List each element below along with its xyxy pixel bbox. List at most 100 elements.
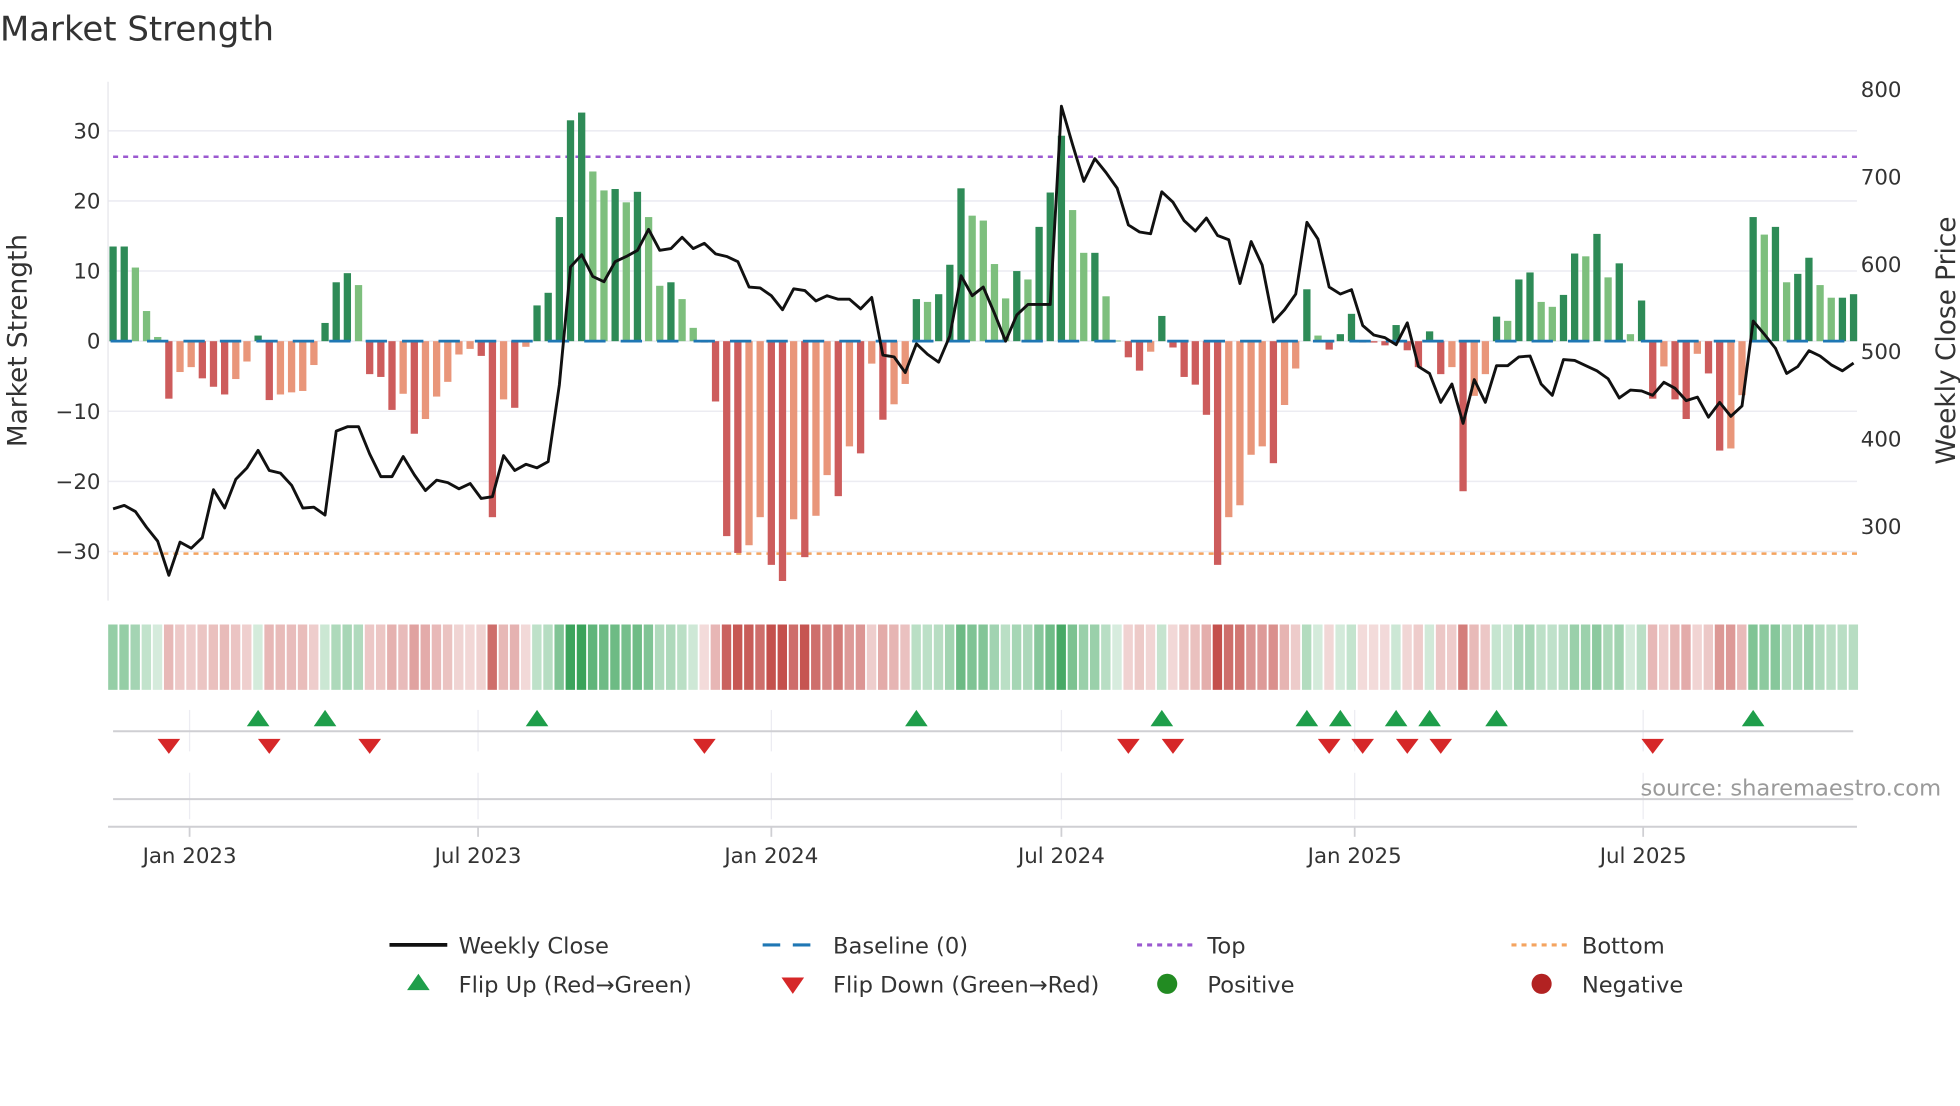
heat-cell bbox=[1848, 624, 1859, 690]
heat-cell bbox=[476, 624, 486, 690]
heat-cell bbox=[1714, 624, 1725, 690]
strength-bar bbox=[1135, 341, 1144, 371]
heat-cell bbox=[1502, 624, 1513, 690]
heat-cell bbox=[1658, 624, 1669, 690]
legend-item-weekly-close: Weekly Close bbox=[389, 934, 609, 960]
heat-cell bbox=[1078, 624, 1089, 690]
heat-cell bbox=[1447, 624, 1457, 690]
flip-up-marker bbox=[246, 709, 270, 727]
x-tick-label: Jul 2025 bbox=[1598, 844, 1687, 869]
heat-cell bbox=[498, 624, 509, 690]
heat-cell bbox=[1670, 624, 1680, 690]
strength-bar bbox=[1526, 272, 1534, 342]
heat-cell bbox=[375, 624, 386, 690]
heat-cell bbox=[1257, 624, 1267, 690]
flip-down-marker bbox=[257, 738, 281, 754]
legend-label: Flip Up (Red→Green) bbox=[459, 973, 692, 999]
heat-cell bbox=[1034, 624, 1044, 690]
heat-cell bbox=[1313, 624, 1323, 690]
strength-bar bbox=[120, 246, 128, 342]
heat-cell bbox=[822, 624, 832, 690]
y2-tick-label: 800 bbox=[1861, 78, 1902, 103]
strength-bar bbox=[1570, 253, 1579, 342]
flip-down-marker bbox=[358, 738, 381, 754]
flip-down-marker bbox=[1117, 738, 1140, 754]
heat-cell bbox=[1179, 624, 1189, 690]
strength-bar bbox=[689, 327, 697, 342]
heat-cell bbox=[967, 624, 977, 690]
heat-cell bbox=[621, 624, 631, 690]
legend-item-bottom: Bottom bbox=[1511, 934, 1665, 960]
strength-bar bbox=[812, 341, 820, 516]
strength-bar bbox=[232, 341, 240, 380]
heat-cell bbox=[744, 624, 754, 690]
heat-cell bbox=[141, 624, 152, 690]
heat-cell bbox=[833, 624, 843, 690]
strength-bar bbox=[354, 285, 363, 342]
heat-cell bbox=[1380, 624, 1390, 690]
strength-bar bbox=[187, 341, 195, 368]
strength-bar bbox=[923, 301, 932, 342]
legend-item-negative: Negative bbox=[1531, 973, 1683, 999]
heat-cell bbox=[989, 624, 999, 690]
strength-bar bbox=[1849, 294, 1858, 342]
heat-cell bbox=[1703, 624, 1714, 690]
strength-bar bbox=[968, 215, 976, 342]
y2-tick-label: 500 bbox=[1861, 340, 1902, 365]
strength-bar bbox=[678, 299, 686, 342]
strength-bar bbox=[1782, 282, 1791, 342]
strength-bars bbox=[109, 112, 1858, 581]
strength-bar bbox=[109, 246, 117, 342]
strength-bar bbox=[633, 191, 642, 342]
heat-cell bbox=[230, 624, 241, 690]
strength-bar bbox=[1124, 341, 1133, 358]
heat-cell bbox=[442, 624, 453, 690]
strength-bar bbox=[455, 341, 463, 355]
heat-cell bbox=[1781, 624, 1792, 690]
heat-cell bbox=[409, 624, 419, 690]
heat-cell bbox=[175, 624, 185, 690]
heat-cell bbox=[1491, 624, 1502, 690]
strength-bar bbox=[868, 341, 876, 364]
heat-cell bbox=[309, 624, 319, 690]
flip-panel bbox=[113, 709, 1854, 820]
strength-bar bbox=[711, 341, 720, 402]
strength-bar bbox=[1727, 341, 1735, 449]
heat-cell bbox=[242, 624, 252, 690]
heat-cell bbox=[666, 624, 676, 690]
heat-cell bbox=[197, 624, 207, 690]
strength-bar bbox=[1816, 285, 1824, 342]
strength-bar bbox=[499, 341, 508, 400]
strength-bar bbox=[1682, 341, 1690, 420]
heat-cell bbox=[1000, 624, 1011, 690]
heat-cell bbox=[387, 624, 397, 690]
heat-cell bbox=[1279, 624, 1290, 690]
heat-cell bbox=[1692, 624, 1702, 690]
strength-bar bbox=[1805, 257, 1813, 342]
legend: Weekly Close Baseline (0) Top Bottom Fli… bbox=[389, 934, 1683, 999]
heat-cell bbox=[688, 624, 698, 690]
heat-cell bbox=[163, 624, 174, 690]
strength-bar bbox=[1504, 320, 1512, 342]
x-tick-label: Jul 2023 bbox=[433, 844, 522, 869]
heat-cell bbox=[922, 624, 933, 690]
heat-cell bbox=[1469, 624, 1479, 690]
strength-bar bbox=[1336, 334, 1344, 342]
heat-cell bbox=[565, 624, 576, 690]
flip-up-marker bbox=[1485, 709, 1508, 727]
strength-bar bbox=[299, 341, 307, 391]
strength-bar bbox=[1437, 341, 1445, 375]
strength-bar bbox=[421, 341, 430, 420]
strength-bar bbox=[745, 341, 753, 546]
strength-bar bbox=[388, 341, 396, 410]
strength-bar bbox=[1492, 316, 1501, 342]
heat-cell bbox=[610, 624, 620, 690]
legend-label: Bottom bbox=[1582, 934, 1665, 960]
heat-cell bbox=[1335, 624, 1345, 690]
market-strength-chart: Market Strength −30 −20 −10 0 10 20 30 300 400 5… bbox=[0, 9, 1960, 999]
strength-bar bbox=[366, 341, 374, 375]
flip-down-marker bbox=[1395, 738, 1419, 754]
heat-cell bbox=[587, 624, 598, 690]
heat-cell bbox=[342, 624, 352, 690]
heat-cell bbox=[900, 624, 910, 690]
